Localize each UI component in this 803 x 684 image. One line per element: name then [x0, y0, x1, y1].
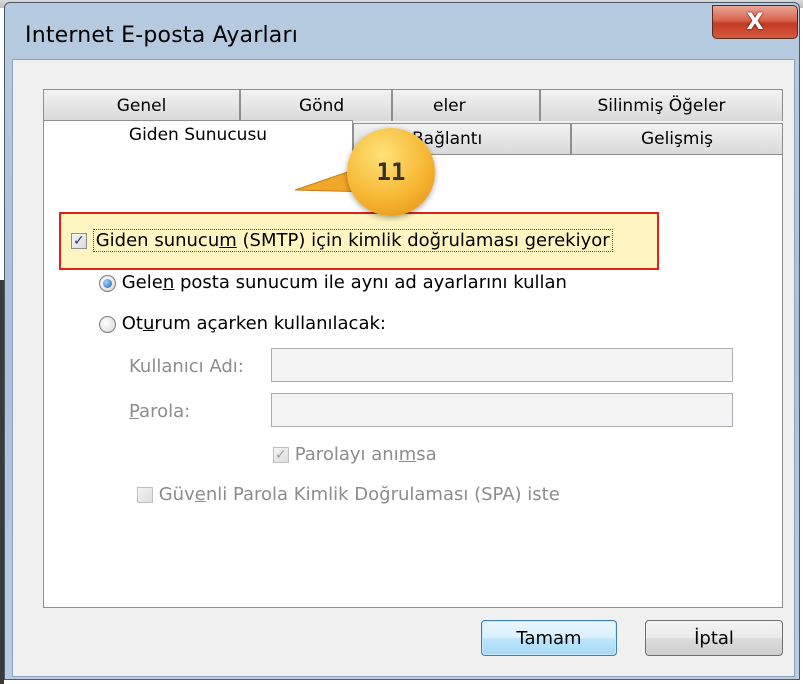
cancel-button[interactable]: İptal	[645, 620, 783, 656]
radio-logon-row[interactable]: Oturum açarken kullanılacak:	[99, 313, 386, 334]
close-icon: X	[746, 9, 764, 35]
spa-label: Güvenli Parola Kimlik Doğrulaması (SPA) …	[158, 484, 560, 505]
spa-row[interactable]: Güvenli Parola Kimlik Doğrulaması (SPA) …	[137, 484, 560, 505]
window-title: Internet E-posta Ayarları	[25, 23, 299, 48]
radio-same-settings-label: Gelen posta sunucum ile aynı ad ayarları…	[121, 272, 567, 293]
ok-button[interactable]: Tamam	[481, 620, 617, 656]
password-field[interactable]	[271, 393, 733, 427]
dialog-window: Internet E-posta Ayarları X Genel Gönd e…	[4, 2, 800, 680]
spa-checkbox[interactable]	[137, 487, 153, 503]
tab-gelismis[interactable]: Gelişmiş	[571, 123, 783, 154]
tab-ogeler[interactable]: eler	[392, 89, 540, 121]
tab-gonderilmis[interactable]: Gönd	[240, 89, 392, 121]
tab-genel[interactable]: Genel	[43, 89, 240, 121]
tab-silinmis-ogeler[interactable]: Silinmiş Öğeler	[540, 89, 783, 121]
callout: 11	[295, 128, 435, 228]
close-button[interactable]: X	[712, 5, 798, 39]
username-label: Kullanıcı Adı:	[129, 356, 244, 377]
remember-password-checkbox[interactable]	[273, 447, 289, 463]
callout-badge: 11	[347, 128, 435, 216]
smtp-auth-label: Giden sunucum (SMTP) için kimlik doğrula…	[92, 229, 613, 252]
remember-password-label: Parolayı anımsa	[294, 444, 437, 465]
smtp-auth-checkbox-row[interactable]: Giden sunucum (SMTP) için kimlik doğrula…	[71, 229, 613, 252]
radio-same-settings[interactable]	[99, 274, 116, 292]
dialog-client-area: Genel Gönd eler Silinmiş Öğeler Giden Su…	[12, 59, 795, 677]
radio-same-settings-row[interactable]: Gelen posta sunucum ile aynı ad ayarları…	[99, 272, 567, 293]
password-label: Parola:	[129, 401, 191, 422]
remember-password-row[interactable]: Parolayı anımsa	[273, 444, 437, 465]
smtp-auth-checkbox[interactable]	[71, 233, 87, 249]
radio-logon-label: Oturum açarken kullanılacak:	[121, 313, 386, 334]
radio-logon[interactable]	[99, 315, 116, 333]
username-field[interactable]	[271, 348, 733, 382]
